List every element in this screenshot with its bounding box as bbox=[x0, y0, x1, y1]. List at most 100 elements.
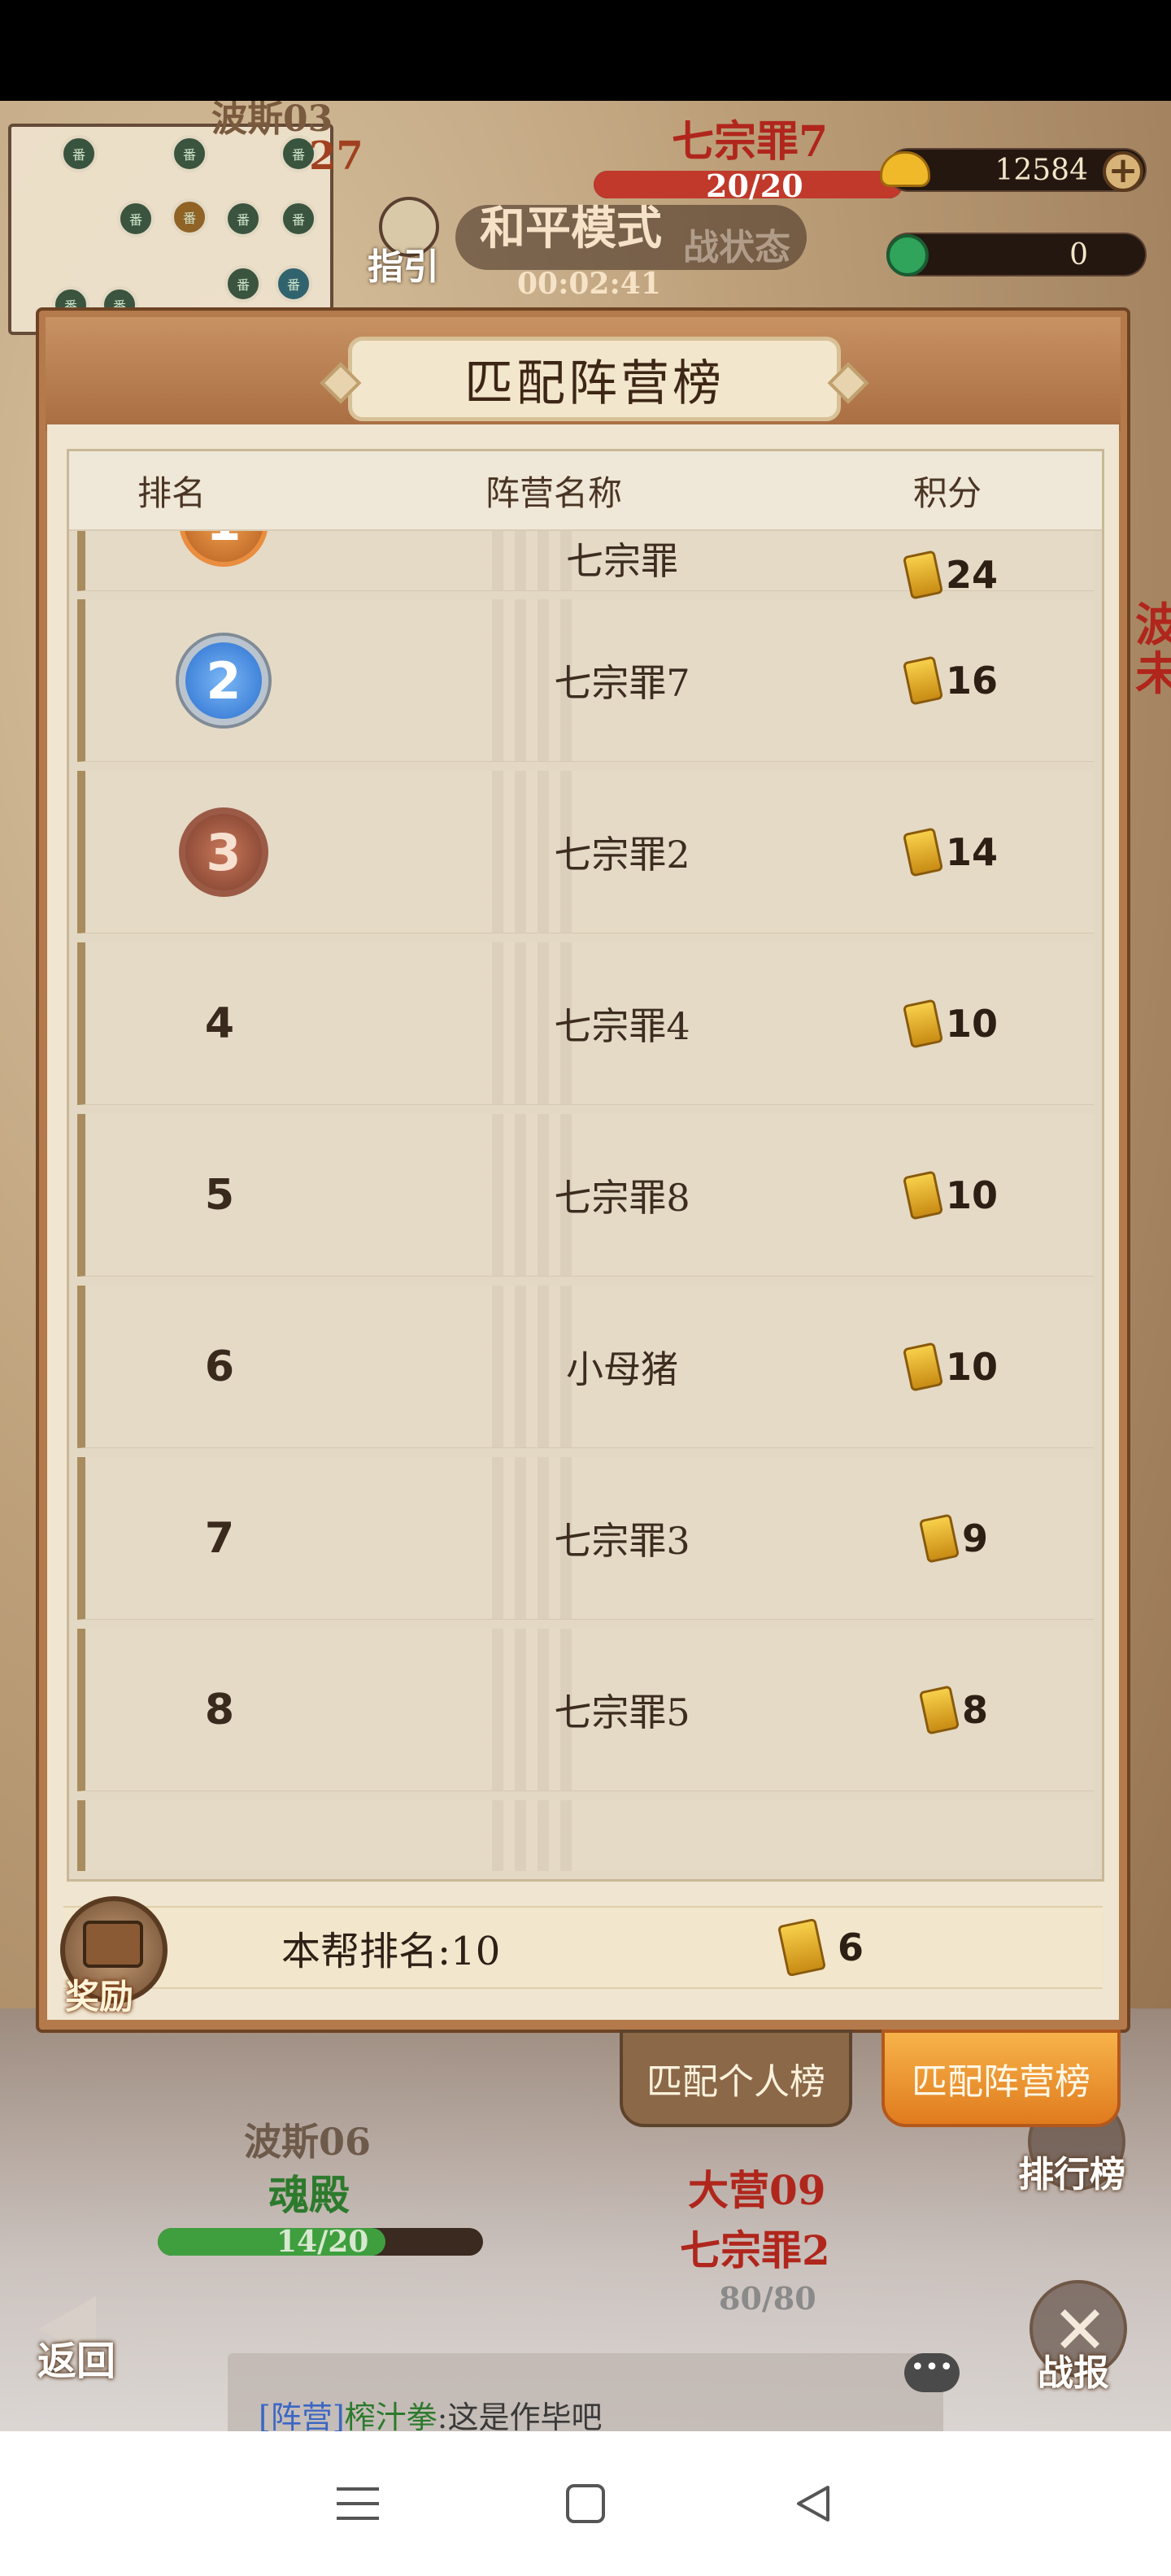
token-icon bbox=[902, 550, 944, 600]
row-score: 8 bbox=[918, 1629, 989, 1791]
minimap-node[interactable]: 番 bbox=[280, 200, 317, 237]
rank-number: 2 bbox=[206, 651, 242, 711]
row-score: 14 bbox=[902, 771, 999, 933]
leaderboard-rows[interactable]: 1 七宗罪 24 2 七宗罪7 16 3 七宗罪2 14 bbox=[77, 531, 1094, 1871]
table-row: 6 小母猪 10 bbox=[77, 1286, 1094, 1448]
camp-name: 七宗罪5 bbox=[554, 1690, 690, 1734]
table-row: 5 七宗罪8 10 bbox=[77, 1114, 1094, 1277]
row-score: 16 bbox=[902, 599, 999, 761]
table-row: 7 七宗罪3 9 bbox=[77, 1457, 1094, 1620]
chat-message: [阵营]榨汁拳:这是作毕吧 bbox=[259, 2392, 602, 2431]
rank-number: 3 bbox=[206, 822, 242, 882]
jade-icon bbox=[886, 234, 929, 276]
chat-user: 榨汁拳 bbox=[344, 2400, 437, 2431]
rank-number: 5 bbox=[204, 1170, 235, 1220]
center-map-camp: 七宗罪2 bbox=[680, 2226, 830, 2274]
chat-text: :这是作毕吧 bbox=[437, 2400, 603, 2431]
row-score: 10 bbox=[902, 1114, 999, 1276]
minimap-node[interactable]: 番 bbox=[224, 200, 262, 237]
minimap-node[interactable]: 番 bbox=[171, 135, 208, 172]
menu-icon bbox=[337, 2487, 379, 2520]
treasure-chest-icon bbox=[83, 1921, 143, 1968]
jade-amount: 0 bbox=[1069, 237, 1088, 272]
chat-more-icon[interactable]: ••• bbox=[904, 2353, 960, 2392]
table-row bbox=[77, 1800, 1094, 1871]
token-icon bbox=[777, 1917, 827, 1978]
gold-amount: 12584 bbox=[995, 153, 1088, 187]
column-header-score: 积分 bbox=[913, 472, 982, 513]
token-icon bbox=[918, 1512, 960, 1564]
left-hp-text: 14/20 bbox=[276, 2225, 369, 2259]
menu-button[interactable] bbox=[329, 2475, 386, 2532]
left-map-name: 魂殿 bbox=[268, 2171, 350, 2219]
table-row: 3 七宗罪2 14 bbox=[77, 771, 1094, 933]
rank-number: 6 bbox=[204, 1342, 235, 1391]
chat-tag: [阵营] bbox=[259, 2400, 345, 2431]
dialog-body: 排名 阵营名称 积分 1 七宗罪 24 2 七宗罪7 16 bbox=[47, 424, 1119, 2020]
own-score: 6 bbox=[777, 1906, 864, 1989]
center-hp-text: 80/80 bbox=[719, 2280, 816, 2317]
timer: 00:02:41 bbox=[517, 267, 661, 301]
token-icon bbox=[918, 1684, 960, 1735]
own-score-value: 6 bbox=[838, 1925, 864, 1969]
camp-name: 小母猪 bbox=[566, 1347, 678, 1391]
camp-leaderboard-dialog: 匹配阵营榜 排名 阵营名称 积分 1 七宗罪 24 2 七宗罪7 16 bbox=[36, 307, 1130, 2033]
camp-name-top: 七宗罪7 bbox=[672, 117, 829, 167]
minimap-node[interactable]: 番 bbox=[60, 135, 98, 172]
own-rank-bar bbox=[63, 1906, 1103, 1989]
rank-number: 1 bbox=[206, 531, 241, 552]
token-icon bbox=[902, 1341, 944, 1392]
home-square-icon bbox=[566, 2484, 605, 2523]
guide-label: 指引 bbox=[368, 246, 439, 288]
score-value: 10 bbox=[946, 1173, 999, 1217]
mode-ghost-label: 战状态 bbox=[683, 227, 790, 268]
back-label[interactable]: 返回 bbox=[37, 2329, 115, 2386]
minimap-node[interactable]: 番 bbox=[224, 265, 262, 302]
score-value: 14 bbox=[946, 829, 999, 874]
table-row: 2 七宗罪7 16 bbox=[77, 599, 1094, 762]
score-value: 16 bbox=[946, 658, 999, 703]
right-fragment-2: 未 bbox=[1135, 647, 1171, 701]
camp-name: 七宗罪8 bbox=[554, 1175, 690, 1220]
bronze-medal-icon: 3 bbox=[179, 807, 268, 897]
camp-name: 七宗罪 bbox=[566, 539, 678, 583]
table-row: 1 七宗罪 24 bbox=[77, 531, 1094, 600]
minimap-node[interactable]: 番 bbox=[117, 200, 155, 237]
rank-number: 8 bbox=[204, 1685, 235, 1734]
system-navigation-bar bbox=[0, 2431, 1171, 2576]
gold-medal-icon: 1 bbox=[179, 531, 268, 567]
minimap-node[interactable]: 番 bbox=[171, 198, 208, 236]
leaderboard-table: 排名 阵营名称 积分 1 七宗罪 24 2 七宗罪7 16 bbox=[67, 449, 1104, 1882]
minimap-node[interactable]: 番 bbox=[275, 265, 312, 302]
add-gold-button[interactable]: + bbox=[1103, 151, 1143, 192]
score-value: 10 bbox=[946, 1344, 999, 1389]
tab-camp-leaderboard[interactable]: 匹配阵营榜 bbox=[882, 2030, 1121, 2127]
hp-text-top: 20/20 bbox=[706, 168, 803, 204]
rank-number: 4 bbox=[204, 999, 235, 1048]
silver-medal-icon: 2 bbox=[179, 636, 268, 725]
token-icon bbox=[902, 1169, 944, 1221]
chat-box[interactable]: [阵营]榨汁拳:这是作毕吧 bbox=[228, 2353, 943, 2431]
minimap[interactable]: 番 番 番 番 番 番 番 番 番 番 番 bbox=[8, 124, 333, 335]
home-button[interactable] bbox=[557, 2475, 614, 2532]
camp-name: 七宗罪7 bbox=[554, 660, 690, 705]
score-value: 10 bbox=[946, 1001, 999, 1046]
mode-label: 和平模式 bbox=[480, 202, 662, 255]
center-map-label: 大营09 bbox=[688, 2166, 826, 2214]
battle-report-label: 战报 bbox=[1038, 2352, 1109, 2394]
reward-label[interactable]: 奖励 bbox=[65, 1969, 133, 2019]
left-map-label: 波斯06 bbox=[244, 2120, 372, 2164]
table-header: 排名 阵营名称 积分 bbox=[69, 451, 1102, 531]
token-icon bbox=[902, 655, 944, 706]
token-icon bbox=[902, 998, 944, 1049]
back-triangle-icon bbox=[797, 2486, 829, 2522]
row-score: 10 bbox=[902, 1286, 999, 1447]
tab-personal-leaderboard[interactable]: 匹配个人榜 bbox=[620, 2030, 852, 2127]
dialog-title: 匹配阵营榜 bbox=[464, 355, 725, 412]
rank-number: 7 bbox=[204, 1513, 235, 1563]
back-button[interactable] bbox=[785, 2475, 842, 2532]
table-row: 4 七宗罪4 10 bbox=[77, 942, 1094, 1105]
row-score: 9 bbox=[918, 1457, 988, 1619]
leaderboard-label: 排行榜 bbox=[1018, 2154, 1125, 2195]
score-value: 8 bbox=[962, 1687, 989, 1732]
